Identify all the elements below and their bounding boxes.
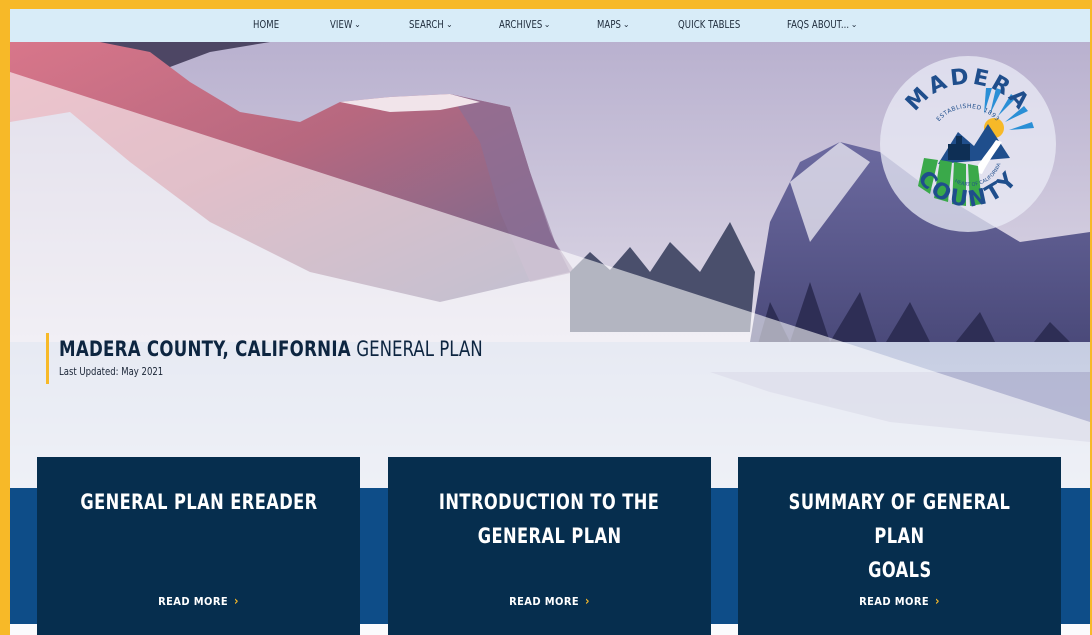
nav-maps[interactable]: MAPS ⌄ xyxy=(597,9,630,42)
chevron-right-icon: › xyxy=(585,594,590,608)
nav-archives[interactable]: ARCHIVES ⌄ xyxy=(499,9,552,42)
chevron-down-icon: ⌄ xyxy=(851,20,858,29)
card-introduction[interactable]: INTRODUCTION TO THE GENERAL PLAN READ MO… xyxy=(388,457,711,635)
read-more-link[interactable]: READ MORE › xyxy=(37,594,360,608)
nav-quick-tables[interactable]: QUICK TABLES xyxy=(678,9,740,42)
card-title-line: GOALS xyxy=(867,558,932,582)
nav-home[interactable]: HOME xyxy=(253,9,279,42)
nav-view[interactable]: VIEW ⌄ xyxy=(330,9,362,42)
read-more-label: READ MORE xyxy=(509,595,580,608)
card-title: INTRODUCTION TO THE GENERAL PLAN xyxy=(388,485,711,553)
read-more-label: READ MORE xyxy=(158,595,229,608)
card-title-line: SUMMARY OF GENERAL PLAN xyxy=(788,490,1011,548)
top-nav: HOME VIEW ⌄ SEARCH ⌄ ARCHIVES ⌄ MAPS ⌄ QUICK… xyxy=(10,9,1090,42)
chevron-right-icon: › xyxy=(935,594,940,608)
chevron-down-icon: ⌄ xyxy=(354,20,362,29)
card-summary-goals[interactable]: SUMMARY OF GENERAL PLAN GOALS READ MORE › xyxy=(738,457,1061,635)
card-general-plan-ereader[interactable]: GENERAL PLAN EREADER READ MORE › xyxy=(37,457,360,635)
county-seal-logo: MADERA COUNTY ESTABLISHED 1893 HEART OF … xyxy=(880,56,1056,232)
nav-archives-label: ARCHIVES xyxy=(499,18,543,31)
chevron-right-icon: › xyxy=(234,594,239,608)
nav-search[interactable]: SEARCH ⌄ xyxy=(409,9,452,42)
nav-search-label: SEARCH xyxy=(409,18,444,31)
nav-home-label: HOME xyxy=(253,18,280,31)
card-title-line: GENERAL PLAN xyxy=(477,524,622,548)
hero-banner: MADERA COUNTY ESTABLISHED 1893 HEART OF … xyxy=(10,42,1090,635)
page-title: MADERA COUNTY, CALIFORNIA GENERAL PLAN xyxy=(59,337,483,361)
nav-maps-label: MAPS xyxy=(597,18,622,31)
nav-view-label: VIEW xyxy=(330,18,353,31)
page-title-block: MADERA COUNTY, CALIFORNIA GENERAL PLAN L… xyxy=(46,333,541,384)
nav-faqs[interactable]: FAQS ABOUT... ⌄ xyxy=(787,9,858,42)
nav-quick-tables-label: QUICK TABLES xyxy=(678,18,741,31)
page-title-light: GENERAL PLAN xyxy=(356,337,483,361)
nav-faqs-label: FAQS ABOUT... xyxy=(787,18,850,31)
card-title-line: INTRODUCTION TO THE xyxy=(439,490,660,514)
chevron-down-icon: ⌄ xyxy=(622,20,630,29)
last-updated-text: Last Updated: May 2021 xyxy=(59,365,164,378)
card-title-line: GENERAL PLAN EREADER xyxy=(79,490,318,514)
page-title-bold: MADERA COUNTY, CALIFORNIA xyxy=(59,337,351,361)
card-title: GENERAL PLAN EREADER xyxy=(37,485,360,519)
read-more-link[interactable]: READ MORE › xyxy=(738,594,1061,608)
read-more-link[interactable]: READ MORE › xyxy=(388,594,711,608)
page-frame: HOME VIEW ⌄ SEARCH ⌄ ARCHIVES ⌄ MAPS ⌄ QUICK… xyxy=(10,9,1090,635)
chevron-down-icon: ⌄ xyxy=(445,20,453,29)
chevron-down-icon: ⌄ xyxy=(544,20,552,29)
read-more-label: READ MORE xyxy=(859,595,930,608)
card-title: SUMMARY OF GENERAL PLAN GOALS xyxy=(738,485,1061,587)
